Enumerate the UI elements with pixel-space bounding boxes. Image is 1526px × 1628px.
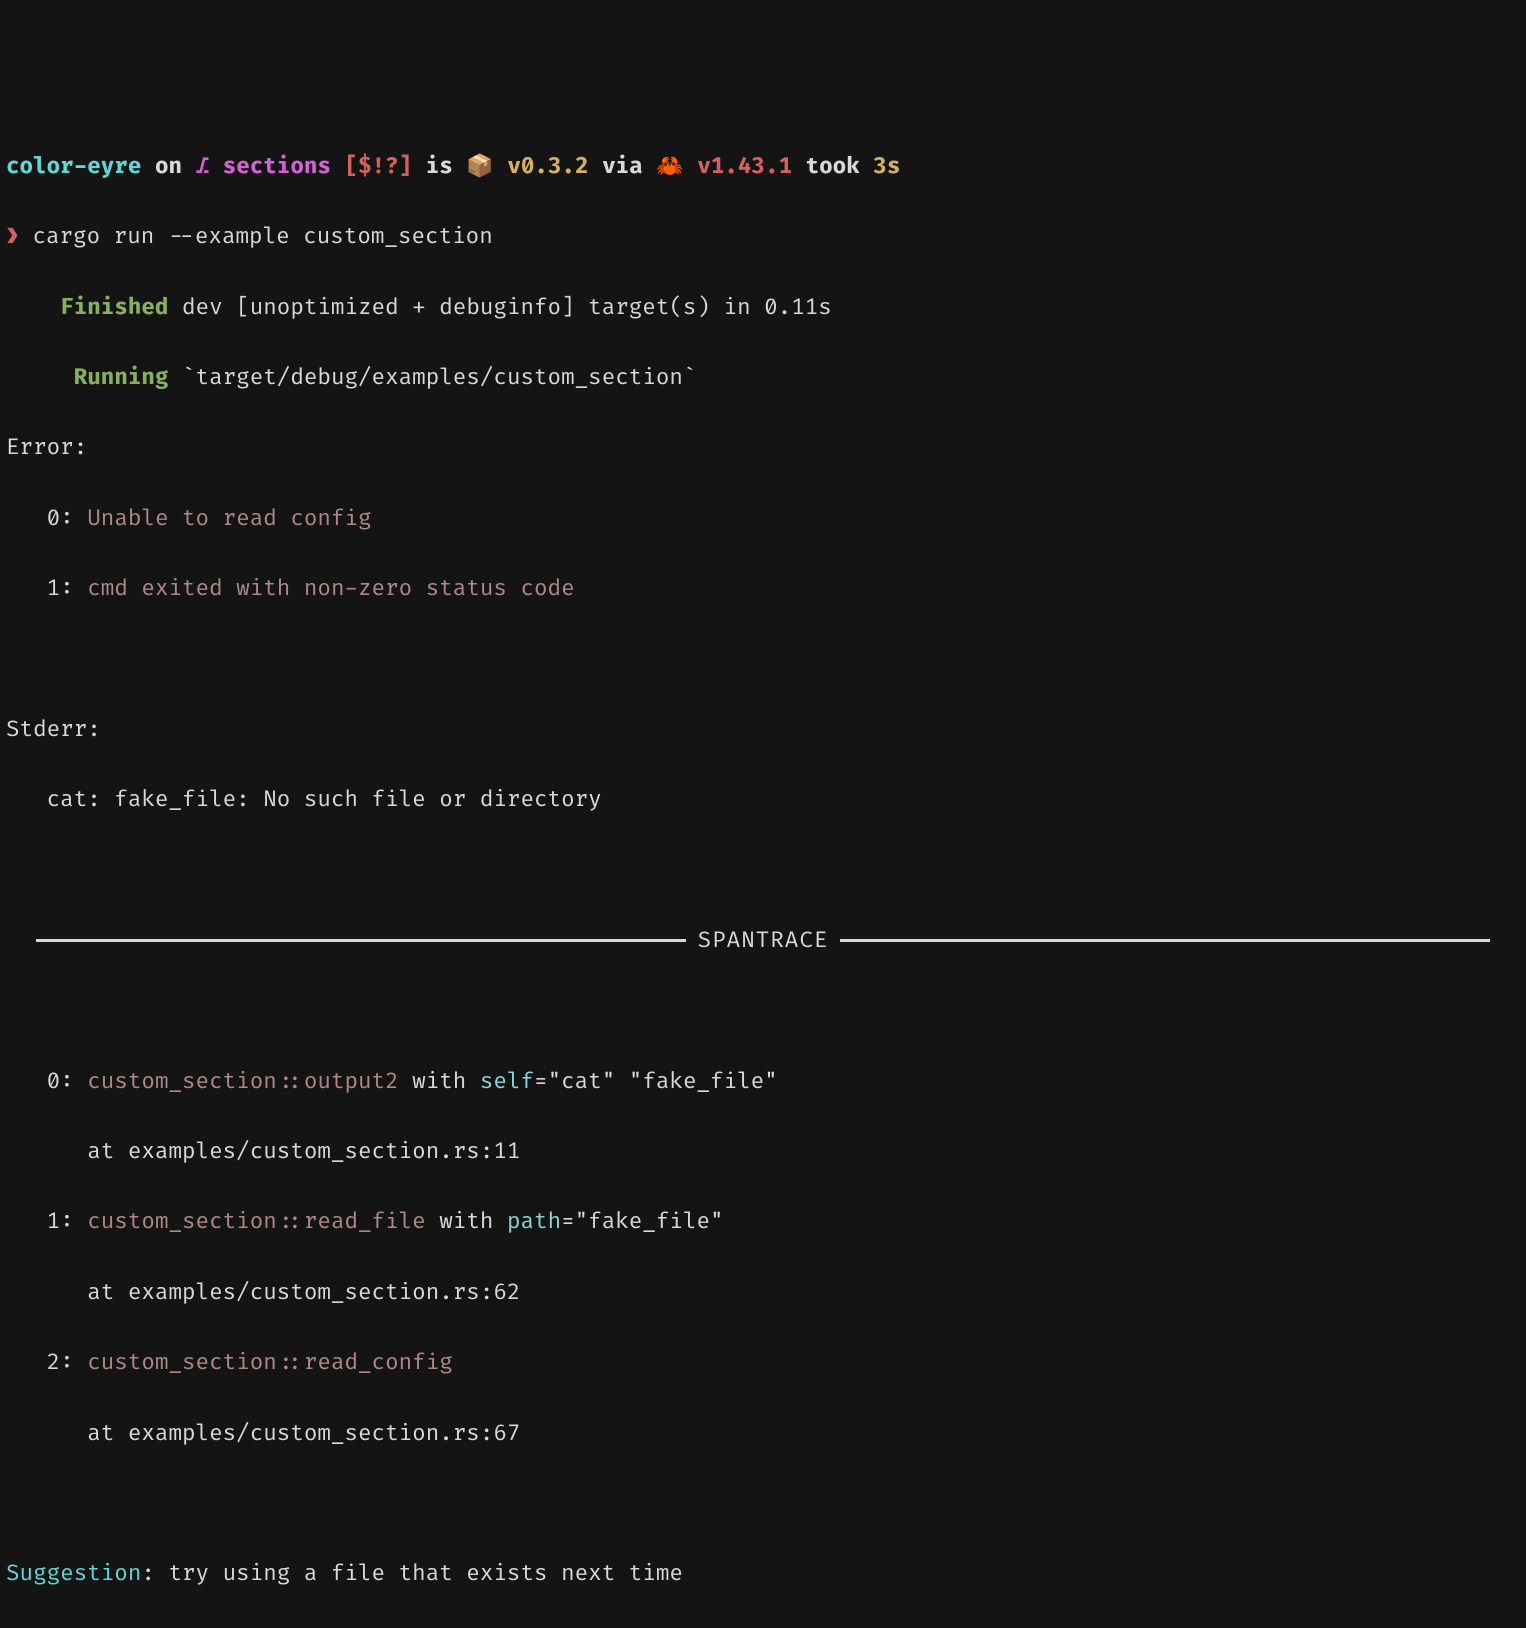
stderr-header: Stderr: <box>6 712 1520 747</box>
blank-line <box>6 993 1520 1028</box>
branch-icon: ⎇ <box>196 153 210 180</box>
stderr-content: cat: fake_file: No such file or director… <box>6 782 1520 817</box>
error-header: Error: <box>6 430 1520 465</box>
span-with: with <box>426 1208 507 1235</box>
error-index: 1: <box>47 575 88 602</box>
blank-line <box>6 853 1520 888</box>
error-message: cmd exited with non-zero status code <box>87 575 574 602</box>
suggestion-label: Suggestion <box>6 1560 141 1587</box>
via-word: via <box>602 153 643 180</box>
package-icon: 📦 <box>466 153 493 180</box>
on-label <box>141 153 155 180</box>
rust-version: v1.43.1 <box>697 153 792 180</box>
span-at-line: at examples/custom_section.rs:62 <box>6 1275 1520 1310</box>
span-item: 1: custom_section::read_file with path="… <box>6 1204 1520 1239</box>
git-status: [$!?] <box>345 153 413 180</box>
is-word: is <box>426 153 453 180</box>
cargo-running-line: Running `target/debug/examples/custom_se… <box>6 360 1520 395</box>
span-key: path <box>507 1208 561 1235</box>
span-index: 2: <box>47 1349 88 1376</box>
suggestion-line: Suggestion: try using a file that exists… <box>6 1556 1520 1591</box>
finished-text: dev [unoptimized + debuginfo] target(s) … <box>168 294 831 321</box>
span-key: self <box>480 1068 534 1095</box>
span-value: ="cat" "fake_file" <box>534 1068 778 1095</box>
blank-line <box>6 641 1520 676</box>
suggestion-text: : try using a file that exists next time <box>141 1560 683 1587</box>
rust-icon: 🦀 <box>656 153 683 180</box>
cargo-finished-line: Finished dev [unoptimized + debuginfo] t… <box>6 290 1520 325</box>
span-at-line: at examples/custom_section.rs:67 <box>6 1416 1520 1451</box>
prompt-line: color-eyre on ⎇ sections [$!?] is 📦 v0.3… <box>6 149 1520 184</box>
span-scope: custom_section::read_file <box>87 1208 425 1235</box>
finished-label: Finished <box>60 294 168 321</box>
span-item: 2: custom_section::read_config <box>6 1345 1520 1380</box>
project-name: color-eyre <box>6 153 141 180</box>
blank-line <box>6 1486 1520 1521</box>
span-scope: custom_section::read_config <box>87 1349 453 1376</box>
span-index: 0: <box>47 1068 88 1095</box>
took-word: took <box>806 153 860 180</box>
span-with: with <box>399 1068 480 1095</box>
prompt-chevron: ❯ <box>6 223 19 250</box>
running-text: `target/debug/examples/custom_section` <box>168 364 696 391</box>
branch-name: sections <box>223 153 331 180</box>
separator-line-right <box>840 939 1490 942</box>
package-version: v0.3.2 <box>507 153 588 180</box>
on-word: on <box>155 153 182 180</box>
duration: 3s <box>873 153 900 180</box>
command-text: cargo run --example custom_section <box>32 223 492 250</box>
span-at-line: at examples/custom_section.rs:11 <box>6 1134 1520 1169</box>
error-item: 0: Unable to read config <box>6 501 1520 536</box>
error-message: Unable to read config <box>87 505 371 532</box>
spantrace-title: SPANTRACE <box>686 923 841 958</box>
span-index: 1: <box>47 1208 88 1235</box>
span-value: ="fake_file" <box>561 1208 723 1235</box>
running-label: Running <box>74 364 169 391</box>
span-scope: custom_section::output2 <box>87 1068 398 1095</box>
error-item: 1: cmd exited with non-zero status code <box>6 571 1520 606</box>
command-line[interactable]: ❯ cargo run --example custom_section <box>6 219 1520 254</box>
error-index: 0: <box>47 505 88 532</box>
separator-line-left <box>36 939 686 942</box>
spantrace-separator: SPANTRACE <box>6 923 1520 958</box>
span-item: 0: custom_section::output2 with self="ca… <box>6 1064 1520 1099</box>
